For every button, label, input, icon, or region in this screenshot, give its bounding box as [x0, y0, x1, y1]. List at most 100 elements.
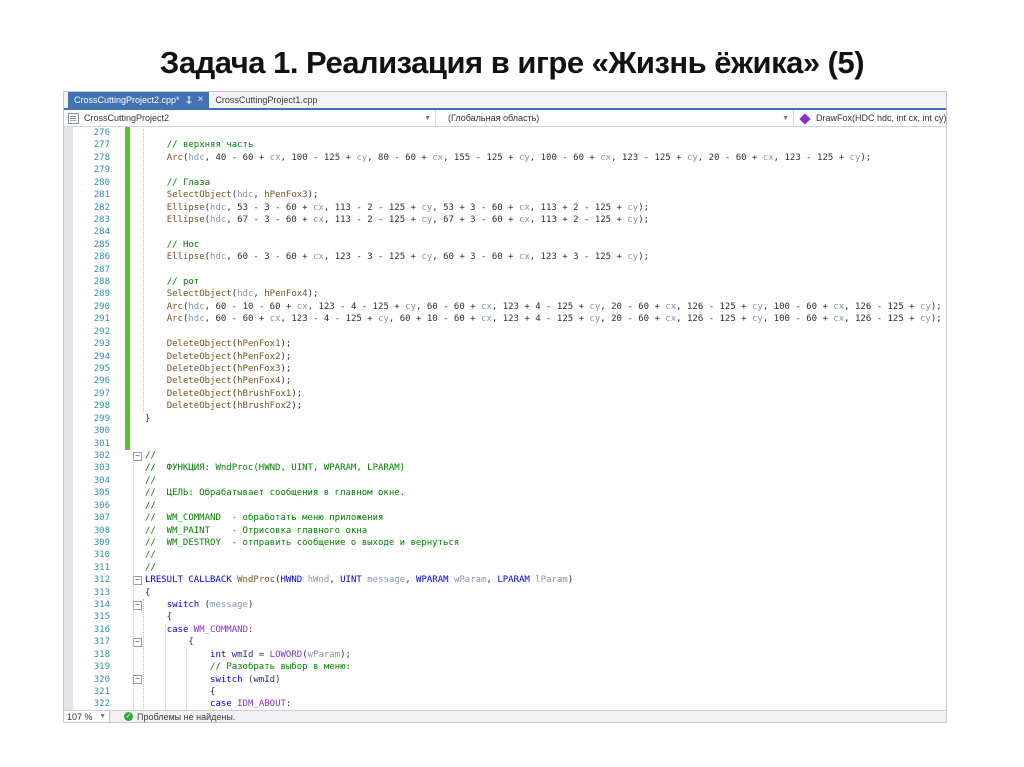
code-line[interactable]: 318 int wmId = LOWORD(wParam);: [64, 649, 946, 661]
code-text: }: [145, 413, 151, 424]
code-line[interactable]: 282 Ellipse(hdc, 53 - 3 - 60 + cx, 113 -…: [64, 201, 946, 214]
code-text: // Разобрать выбор в меню:: [210, 662, 351, 673]
code-line[interactable]: 303 // ФУНКЦИЯ: WndProc(HWND, UINT, WPARA…: [64, 462, 946, 474]
cpp-file-icon: [68, 112, 79, 124]
method-icon: [799, 112, 811, 125]
project-dropdown[interactable]: CrossCuttingProject2 ▼: [64, 110, 436, 126]
collapse-icon[interactable]: −: [133, 638, 142, 647]
line-number: 292: [93, 326, 110, 337]
close-icon[interactable]: ×: [198, 95, 204, 105]
line-number: 309: [93, 537, 110, 548]
code-line[interactable]: 299}: [64, 412, 946, 426]
code-line[interactable]: 309 // WM_DESTROY - отправить сообщение о…: [64, 537, 946, 549]
line-number: 279: [93, 165, 110, 176]
code-line[interactable]: 320 − switch (wmId): [64, 674, 946, 686]
collapse-icon[interactable]: −: [133, 575, 142, 585]
code-line[interactable]: 308 // WM_PAINT - Отрисовка главного окна: [64, 525, 946, 537]
code-text: // верхняя часть: [166, 140, 254, 151]
code-line[interactable]: 296 DeleteObject(hPenFox4);: [64, 375, 946, 388]
code-line[interactable]: 276: [64, 127, 946, 140]
line-number: 322: [93, 699, 110, 710]
code-line[interactable]: 315 {: [64, 611, 946, 623]
code-line[interactable]: 292: [64, 325, 946, 339]
code-line[interactable]: 317 − {: [64, 636, 946, 648]
zoom-level-dropdown[interactable]: 107 % ▼: [64, 711, 110, 722]
code-line[interactable]: 314 − switch (message): [64, 599, 946, 611]
code-line[interactable]: 290 Arc(hdc, 60 - 10 - 60 + cx, 123 - 4 …: [64, 300, 946, 314]
code-line[interactable]: 311 //: [64, 562, 946, 574]
code-line[interactable]: 313 {: [64, 587, 946, 599]
code-text: case WM_COMMAND:: [166, 624, 254, 635]
code-line[interactable]: 300: [64, 425, 946, 438]
code-line[interactable]: 284: [64, 226, 946, 239]
line-number: 310: [93, 550, 110, 561]
code-line[interactable]: 321 {: [64, 686, 946, 698]
line-number: 319: [93, 662, 110, 673]
line-number: 284: [93, 227, 110, 238]
code-line[interactable]: 319 // Разобрать выбор в меню:: [64, 661, 946, 673]
code-line[interactable]: 298 DeleteObject(hBrushFox2);: [64, 400, 946, 413]
scope-dropdown[interactable]: (Глобальная область) ▼: [436, 110, 794, 126]
code-line[interactable]: 304 //: [64, 475, 946, 487]
code-line[interactable]: 294 DeleteObject(hPenFox2);: [64, 350, 946, 364]
code-text: switch (wmId): [210, 674, 281, 685]
code-line[interactable]: 305 // ЦЕЛЬ: Обрабатывает сообщения в гла…: [64, 487, 946, 499]
code-text: Ellipse(hdc, 67 - 3 - 60 + cx, 113 - 2 -…: [166, 214, 650, 225]
line-number: 296: [93, 376, 110, 387]
line-number: 314: [93, 600, 110, 611]
code-line[interactable]: 295 DeleteObject(hPenFox3);: [64, 363, 946, 376]
code-line[interactable]: 283 Ellipse(hdc, 67 - 3 - 60 + cx, 113 -…: [64, 213, 946, 227]
line-number: 311: [93, 562, 110, 573]
code-line[interactable]: 286 Ellipse(hdc, 60 - 3 - 60 + cx, 123 -…: [64, 251, 946, 264]
code-line[interactable]: 277 // верхняя часть: [64, 139, 946, 152]
code-text: // рот: [166, 277, 200, 288]
code-line[interactable]: 307 // WM_COMMAND - обработать меню прило…: [64, 512, 946, 524]
tab-crosscuttingproject1[interactable]: CrossCuttingProject1.cpp: [209, 92, 323, 108]
code-line[interactable]: 279: [64, 164, 946, 177]
indent-guide: [186, 649, 187, 711]
code-line[interactable]: 322 case IDM_ABOUT:: [64, 698, 946, 710]
document-health-indicator[interactable]: ✓ Проблемы не найдены.: [124, 712, 235, 722]
line-number: 317: [93, 637, 110, 648]
function-dropdown[interactable]: DrawFox(HDC hdc, int cx, int cy): [794, 110, 946, 126]
code-line[interactable]: 291 Arc(hdc, 60 - 60 + cx, 123 - 4 - 125…: [64, 313, 946, 326]
code-line[interactable]: 306 //: [64, 500, 946, 512]
code-line[interactable]: 301: [64, 437, 946, 450]
code-line[interactable]: 280 // Глаза: [64, 176, 946, 190]
code-area[interactable]: 276 277 // верхняя часть 278 Arc(hdc, 40 -…: [64, 127, 946, 711]
code-text: Ellipse(hdc, 53 - 3 - 60 + cx, 113 - 2 -…: [166, 202, 650, 213]
code-line[interactable]: 278 Arc(hdc, 40 - 60 + cx, 100 - 125 + c…: [64, 151, 946, 165]
page-title: Задача 1. Реализация в игре «Жизнь ёжика…: [159, 44, 865, 80]
fold-column: [130, 413, 145, 425]
collapse-icon[interactable]: −: [133, 675, 142, 685]
code-text: // WM_PAINT - Отрисовка главного окна: [145, 525, 368, 536]
code-text: Arc(hdc, 40 - 60 + cx, 100 - 125 + cy, 8…: [166, 152, 872, 163]
collapse-icon[interactable]: −: [133, 451, 142, 461]
code-line[interactable]: 288 // рот: [64, 276, 946, 289]
code-line[interactable]: 310 //: [64, 549, 946, 561]
line-number: 318: [93, 649, 110, 660]
code-line[interactable]: 312 − LRESULT CALLBACK WndProc(HWND hWnd, …: [64, 574, 946, 586]
code-line[interactable]: 316 case WM_COMMAND:: [64, 624, 946, 636]
code-line[interactable]: 287: [64, 263, 946, 277]
collapse-icon[interactable]: −: [133, 600, 142, 610]
pin-icon[interactable]: [185, 96, 193, 105]
code-line[interactable]: 297 DeleteObject(hBrushFox1);: [64, 387, 946, 401]
code-line[interactable]: 293 DeleteObject(hPenFox1);: [64, 338, 946, 351]
code-line[interactable]: 289 SelectObject(hdc, hPenFox4);: [64, 288, 946, 301]
tab-label: CrossCuttingProject2.cpp*: [74, 95, 180, 105]
tab-crosscuttingproject2[interactable]: CrossCuttingProject2.cpp* ×: [68, 92, 210, 108]
line-number: 283: [93, 214, 110, 225]
fold-column: [130, 425, 145, 437]
line-number: 280: [93, 177, 110, 188]
code-line[interactable]: 281 SelectObject(hdc, hPenFox3);: [64, 189, 946, 202]
code-text: DeleteObject(hPenFox4);: [166, 376, 292, 387]
line-number: 315: [93, 612, 110, 623]
code-line[interactable]: 285 // Нос: [64, 238, 946, 252]
code-line[interactable]: 302 −//: [64, 450, 946, 462]
